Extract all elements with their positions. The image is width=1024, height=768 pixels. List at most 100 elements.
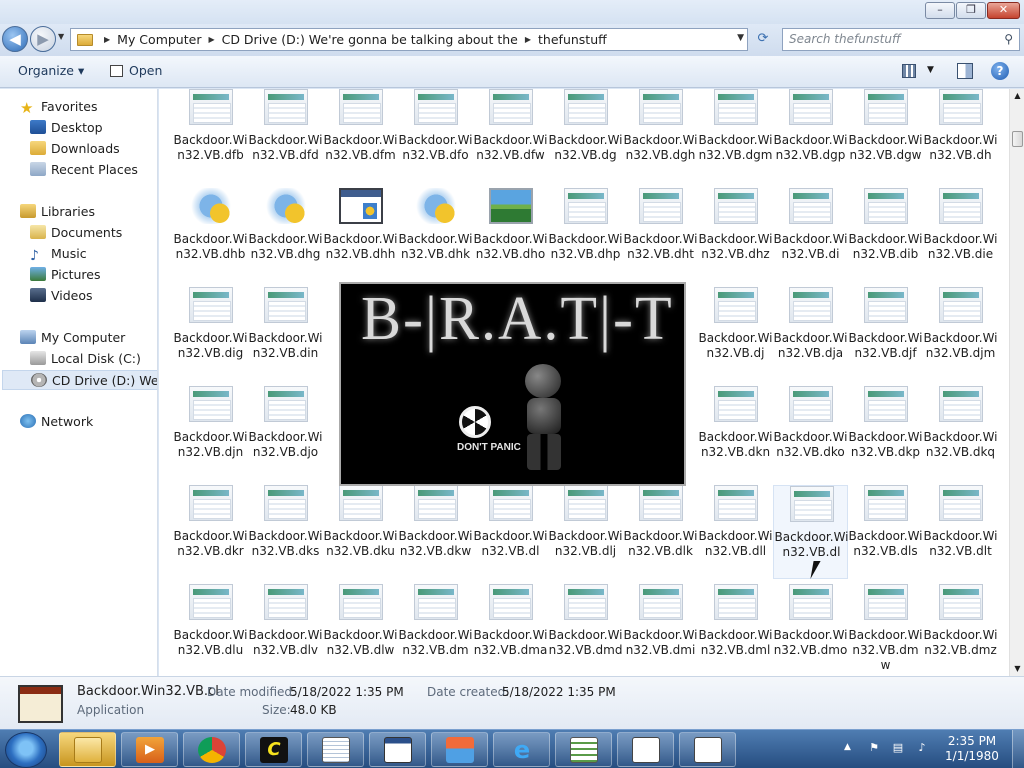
file-item[interactable]: Backdoor.Win32.VB.di: [773, 188, 848, 282]
file-item[interactable]: Backdoor.Win32.VB.dhh: [323, 188, 398, 282]
taskbar-media-player-button[interactable]: ▶: [121, 732, 178, 767]
file-item[interactable]: Backdoor.Win32.VB.dgm: [698, 89, 773, 183]
file-item[interactable]: Backdoor.Win32.VB.dkn: [698, 386, 773, 480]
file-item[interactable]: Backdoor.Win32.VB.dlk: [623, 485, 698, 579]
view-options-dropdown[interactable]: ▼: [927, 65, 934, 75]
file-item[interactable]: Backdoor.Win32.VB.dll: [698, 485, 773, 579]
file-item[interactable]: Backdoor.Win32.VB.dks: [248, 485, 323, 579]
nav-my-computer[interactable]: My Computer: [20, 328, 125, 348]
nav-desktop[interactable]: Desktop: [30, 118, 103, 138]
file-item[interactable]: Backdoor.Win32.VB.dhz: [698, 188, 773, 282]
file-item[interactable]: Backdoor.Win32.VB.dfb: [173, 89, 248, 183]
nav-network[interactable]: Network: [20, 412, 93, 432]
search-input[interactable]: Search thefunstuff ⚲: [782, 28, 1020, 51]
bratt-splash-window[interactable]: B-|R.A.T|-T DON'T PANIC: [339, 282, 686, 486]
file-item[interactable]: Backdoor.Win32.VB.dgp: [773, 89, 848, 183]
show-desktop-button[interactable]: [1012, 730, 1024, 768]
file-item[interactable]: Backdoor.Win32.VB.dfm: [323, 89, 398, 183]
minimize-button[interactable]: –: [925, 2, 955, 19]
nav-music[interactable]: ♪ Music: [30, 244, 87, 264]
taskbar-ccleaner-button[interactable]: C: [245, 732, 302, 767]
file-item[interactable]: Backdoor.Win32.VB.dj: [698, 287, 773, 381]
nav-downloads[interactable]: Downloads: [30, 139, 120, 159]
file-item[interactable]: Backdoor.Win32.VB.dhk: [398, 188, 473, 282]
volume-icon[interactable]: ♪: [915, 741, 929, 755]
file-item[interactable]: Backdoor.Win32.VB.dmo: [773, 584, 848, 676]
file-item[interactable]: Backdoor.Win32.VB.dl: [773, 485, 849, 579]
taskbar-homegroup-button[interactable]: [431, 732, 488, 767]
chevron-right-icon[interactable]: ▶: [525, 35, 531, 44]
taskbar-folder-button-2[interactable]: [679, 732, 736, 767]
file-item[interactable]: Backdoor.Win32.VB.dkw: [398, 485, 473, 579]
file-item[interactable]: Backdoor.Win32.VB.dfd: [248, 89, 323, 183]
file-item[interactable]: Backdoor.Win32.VB.dlv: [248, 584, 323, 676]
file-item[interactable]: Backdoor.Win32.VB.dgw: [848, 89, 923, 183]
scroll-up-arrow-icon[interactable]: ▲: [1010, 89, 1024, 103]
file-item[interactable]: Backdoor.Win32.VB.dls: [848, 485, 923, 579]
organize-button[interactable]: Organize ▾: [18, 63, 84, 78]
file-item[interactable]: Backdoor.Win32.VB.dl: [473, 485, 548, 579]
recent-pages-dropdown[interactable]: ▼: [58, 32, 68, 46]
nav-local-disk[interactable]: Local Disk (C:): [30, 349, 141, 369]
file-item[interactable]: Backdoor.Win32.VB.dh: [923, 89, 998, 183]
change-view-icon[interactable]: [902, 64, 916, 78]
file-item[interactable]: Backdoor.Win32.VB.dlu: [173, 584, 248, 676]
nav-videos[interactable]: Videos: [30, 286, 93, 306]
address-bar[interactable]: ▶ My Computer ▶ CD Drive (D:) We're gonn…: [70, 28, 748, 51]
nav-pictures[interactable]: Pictures: [30, 265, 101, 285]
taskbar-folder-button-1[interactable]: [617, 732, 674, 767]
maximize-button[interactable]: ❐: [956, 2, 986, 19]
file-item[interactable]: Backdoor.Win32.VB.dmi: [623, 584, 698, 676]
breadcrumb-cd-drive[interactable]: CD Drive (D:) We're gonna be talking abo…: [222, 32, 518, 47]
file-item[interactable]: Backdoor.Win32.VB.dlt: [923, 485, 998, 579]
close-button[interactable]: ✕: [987, 2, 1020, 19]
file-item[interactable]: Backdoor.Win32.VB.dmw: [848, 584, 923, 676]
file-item[interactable]: Backdoor.Win32.VB.dhb: [173, 188, 248, 282]
file-item[interactable]: Backdoor.Win32.VB.dml: [698, 584, 773, 676]
open-button[interactable]: Open: [110, 63, 162, 78]
taskbar-ie-button[interactable]: e: [493, 732, 550, 767]
forward-button[interactable]: ▶: [30, 26, 56, 52]
nav-documents[interactable]: Documents: [30, 223, 122, 243]
file-item[interactable]: Backdoor.Win32.VB.dfw: [473, 89, 548, 183]
file-item[interactable]: Backdoor.Win32.VB.dkr: [173, 485, 248, 579]
help-icon[interactable]: ?: [991, 62, 1009, 80]
file-item[interactable]: Backdoor.Win32.VB.djf: [848, 287, 923, 381]
scrollbar-thumb[interactable]: [1012, 131, 1023, 147]
file-item[interactable]: Backdoor.Win32.VB.dkq: [923, 386, 998, 480]
chevron-right-icon[interactable]: ▶: [208, 35, 214, 44]
taskbar-chrome-button[interactable]: [183, 732, 240, 767]
breadcrumb-my-computer[interactable]: My Computer: [117, 32, 201, 47]
start-button[interactable]: [5, 732, 47, 768]
back-button[interactable]: ◀: [2, 26, 28, 52]
breadcrumb-thefunstuff[interactable]: thefunstuff: [538, 32, 607, 47]
file-item[interactable]: Backdoor.Win32.VB.dgh: [623, 89, 698, 183]
chevron-right-icon[interactable]: ▶: [104, 35, 110, 44]
network-tray-icon[interactable]: ▤: [891, 741, 905, 755]
nav-cd-drive[interactable]: CD Drive (D:) We're g: [2, 370, 157, 390]
show-hidden-icons-icon[interactable]: ▲: [844, 742, 851, 752]
file-item[interactable]: Backdoor.Win32.VB.dib: [848, 188, 923, 282]
file-item[interactable]: Backdoor.Win32.VB.die: [923, 188, 998, 282]
file-item[interactable]: Backdoor.Win32.VB.djn: [173, 386, 248, 480]
taskbar-list-button[interactable]: [555, 732, 612, 767]
file-item[interactable]: Backdoor.Win32.VB.dhp: [548, 188, 623, 282]
file-item[interactable]: Backdoor.Win32.VB.dja: [773, 287, 848, 381]
address-dropdown-icon[interactable]: ▼: [737, 33, 744, 43]
vertical-scrollbar[interactable]: ▲ ▼: [1009, 89, 1024, 676]
search-icon[interactable]: ⚲: [1004, 32, 1013, 46]
file-item[interactable]: Backdoor.Win32.VB.dmz: [923, 584, 998, 676]
file-item[interactable]: Backdoor.Win32.VB.dhg: [248, 188, 323, 282]
taskbar-explorer-button[interactable]: [59, 732, 116, 767]
nav-recent-places[interactable]: Recent Places: [30, 160, 138, 180]
scroll-down-arrow-icon[interactable]: ▼: [1010, 662, 1024, 676]
refresh-button[interactable]: ⟳: [752, 29, 774, 50]
taskbar-window-button[interactable]: [369, 732, 426, 767]
file-item[interactable]: Backdoor.Win32.VB.dig: [173, 287, 248, 381]
file-item[interactable]: Backdoor.Win32.VB.dho: [473, 188, 548, 282]
file-item[interactable]: Backdoor.Win32.VB.djo: [248, 386, 323, 480]
nav-libraries[interactable]: Libraries: [20, 202, 95, 222]
system-clock[interactable]: 2:35 PM 1/1/1980: [942, 734, 1002, 764]
file-item[interactable]: Backdoor.Win32.VB.dmd: [548, 584, 623, 676]
file-item[interactable]: Backdoor.Win32.VB.din: [248, 287, 323, 381]
